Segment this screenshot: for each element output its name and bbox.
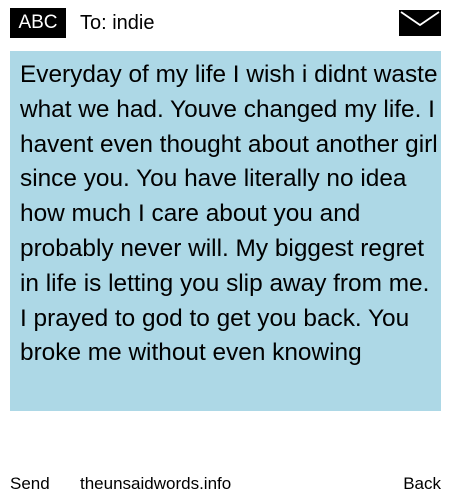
site-label: theunsaidwords.info [80,474,232,493]
recipient-field[interactable]: To: indie [80,8,155,38]
input-mode-badge[interactable]: ABC [10,8,66,38]
compose-header: ABC To: indie [0,0,450,50]
sms-compose-screen: ABC To: indie Everyday of my life I wish… [0,0,450,500]
envelope-icon [399,10,441,36]
softkey-bar: Send theunsaidwords.info Back [0,470,450,498]
send-softkey[interactable]: Send [10,470,50,498]
back-softkey[interactable]: Back [403,470,441,498]
message-body[interactable]: Everyday of my life I wish i didnt waste… [20,58,438,371]
